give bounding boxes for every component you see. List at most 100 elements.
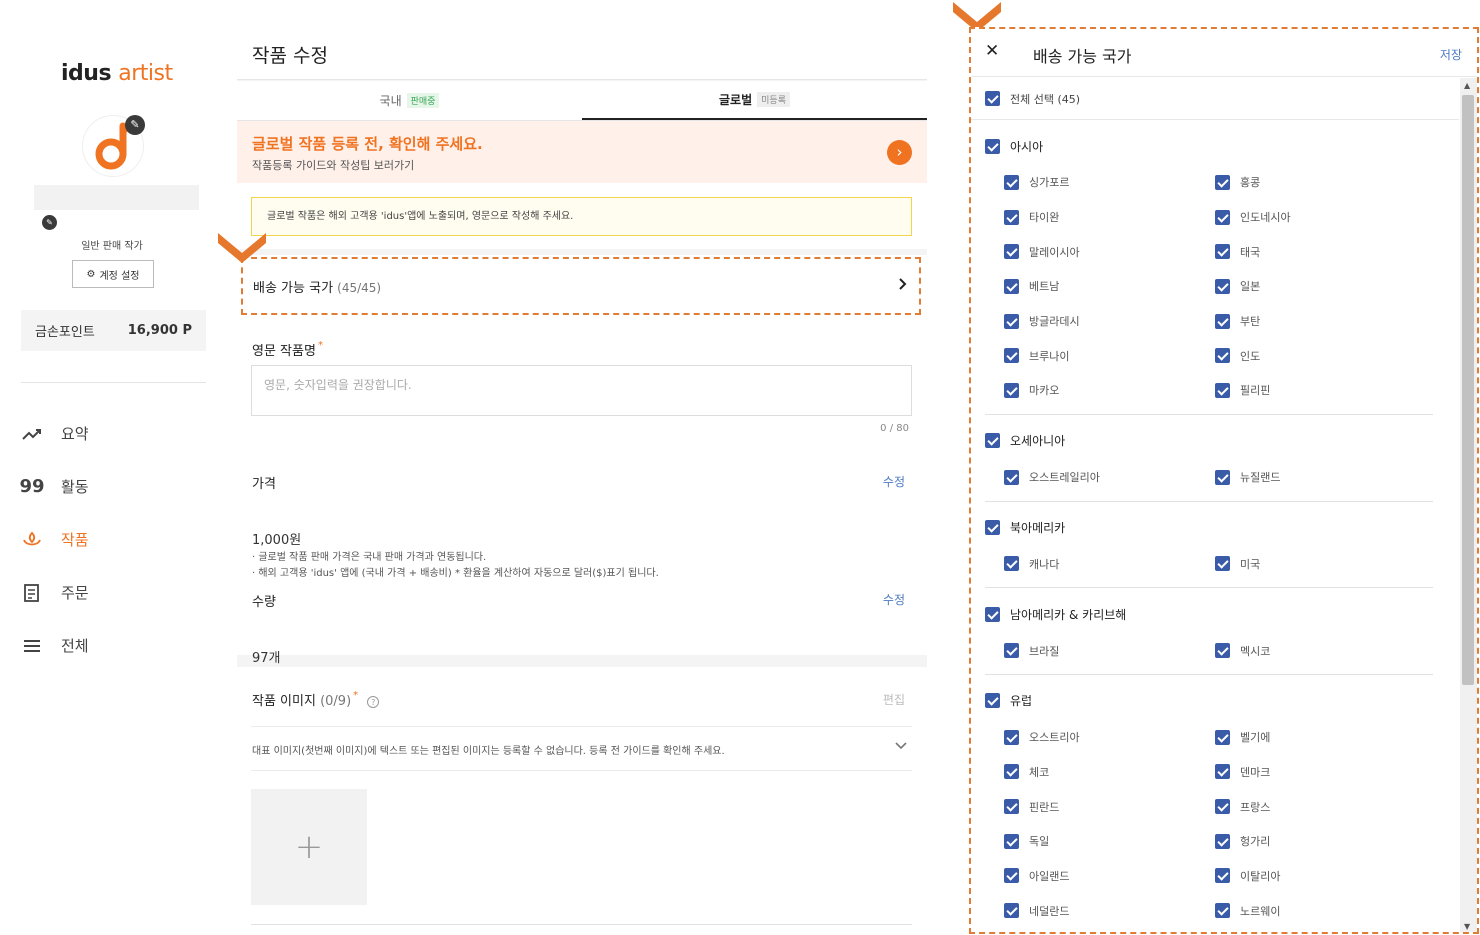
images-count: (0/9) (320, 694, 352, 709)
country-checkbox[interactable]: 방글라데시 (1004, 304, 1215, 339)
country-label: 오스트레일리아 (1029, 471, 1100, 485)
price-edit-link[interactable]: 수정 (883, 473, 905, 490)
save-button[interactable]: 저장 (1440, 46, 1462, 63)
scrollbar-thumb[interactable] (1462, 95, 1474, 685)
country-label: 덴마크 (1240, 765, 1271, 779)
country-checkbox[interactable]: 브루나이 (1004, 338, 1215, 373)
guide-banner[interactable]: 글로벌 작품 등록 전, 확인해 주세요. 작품등록 가이드와 작성팁 보러가기… (237, 121, 927, 183)
country-checkbox[interactable]: 폴란드 (1004, 928, 1215, 932)
country-checkbox[interactable]: 캐나다 (1004, 547, 1215, 582)
country-grid: 캐나다 미국 (985, 547, 1459, 582)
help-icon[interactable]: ? (367, 695, 380, 708)
country-checkbox[interactable]: 오스트레일리아 (1004, 460, 1215, 495)
scrollbar[interactable]: ▲ ▼ (1460, 78, 1477, 932)
sidebar-item-orders[interactable]: 주문 (21, 566, 211, 619)
country-checkbox[interactable]: 아일랜드 (1004, 859, 1215, 894)
english-name-label: 영문 작품명 * (252, 340, 323, 359)
images-edit-link[interactable]: 편집 (883, 691, 905, 708)
checkbox-checked-icon (1215, 868, 1230, 884)
sidebar-item-label: 전체 (61, 637, 89, 655)
country-checkbox[interactable]: 미국 (1215, 547, 1426, 582)
shipping-countries-row[interactable]: 배송 가능 국가 (45/45) (241, 257, 921, 315)
add-image-button[interactable]: + (251, 789, 367, 905)
checkbox-checked-icon (985, 520, 1000, 535)
region-list: 아시아 싱가포르 홍콩 타이완 인도네시아말레이시아 태국 베트남 일본 방글라데시 부탄 브루나이… (971, 120, 1459, 932)
logo[interactable]: idus artist (61, 61, 173, 86)
divider (251, 726, 912, 727)
country-checkbox[interactable]: 인도네시아 (1215, 200, 1426, 235)
close-icon[interactable]: ✕ (985, 41, 999, 61)
country-checkbox[interactable]: 핀란드 (1004, 789, 1215, 824)
region-group: 북아메리카 캐나다 미국 (971, 502, 1459, 589)
artist-name-box (34, 185, 199, 210)
country-checkbox[interactable]: 태국 (1215, 234, 1426, 269)
checkbox-checked-icon (1004, 729, 1019, 745)
tab-domestic[interactable]: 국내 판매중 (237, 81, 582, 120)
country-checkbox[interactable]: 부탄 (1215, 304, 1426, 339)
logo-artist: artist (118, 61, 173, 86)
country-checkbox[interactable]: 마카오 (1004, 373, 1215, 408)
country-checkbox[interactable]: 포르투갈 (1215, 928, 1426, 932)
checkbox-checked-icon (1004, 764, 1019, 780)
country-checkbox[interactable]: 이탈리아 (1215, 859, 1426, 894)
sidebar-item-activity[interactable]: 99 활동 (19, 460, 211, 513)
country-checkbox[interactable]: 덴마크 (1215, 755, 1426, 790)
country-checkbox[interactable]: 오스트리아 (1004, 720, 1215, 755)
country-checkbox[interactable]: 타이완 (1004, 200, 1215, 235)
country-checkbox[interactable]: 프랑스 (1215, 789, 1426, 824)
select-all-checkbox[interactable]: 전체 선택 (45) (971, 78, 1459, 120)
main-header: 작품 수정 (237, 27, 927, 80)
sidebar-item-all[interactable]: 전체 (21, 619, 211, 672)
avatar-edit-icon[interactable]: ✎ (125, 115, 145, 135)
checkbox-checked-icon (1215, 729, 1230, 745)
shipping-countries-panel: ✕ 배송 가능 국가 저장 전체 선택 (45) 아시아 싱가포르 홍콩 타이완 인도네… (969, 27, 1479, 934)
country-label: 노르웨이 (1240, 904, 1281, 918)
region-checkbox[interactable]: 유럽 (985, 675, 1459, 720)
checkbox-checked-icon (985, 91, 1000, 106)
sidebar-item-summary[interactable]: 요약 (21, 407, 211, 460)
scroll-down-icon[interactable]: ▼ (1464, 922, 1470, 931)
checkbox-checked-icon (985, 606, 1000, 622)
country-checkbox[interactable]: 필리핀 (1215, 373, 1426, 408)
account-settings-button[interactable]: ⚙ 계정 설정 (72, 260, 154, 288)
country-checkbox[interactable]: 노르웨이 (1215, 893, 1426, 928)
country-label: 체코 (1029, 765, 1050, 779)
tab-global[interactable]: 글로벌 미등록 (582, 81, 927, 120)
country-checkbox[interactable]: 베트남 (1004, 269, 1215, 304)
country-checkbox[interactable]: 독일 (1004, 824, 1215, 859)
region-checkbox[interactable]: 남아메리카 & 카리브해 (985, 588, 1459, 633)
english-name-input[interactable]: 영문, 숫자입력을 권장합니다. (251, 365, 912, 416)
region-checkbox[interactable]: 북아메리카 (985, 502, 1459, 547)
region-checkbox[interactable]: 오세아니아 (985, 415, 1459, 460)
country-checkbox[interactable]: 말레이시아 (1004, 234, 1215, 269)
country-checkbox[interactable]: 뉴질랜드 (1215, 460, 1426, 495)
country-checkbox[interactable]: 싱가포르 (1004, 165, 1215, 200)
sidebar-item-products[interactable]: 작품 (21, 513, 211, 566)
country-checkbox[interactable]: 홍콩 (1215, 165, 1426, 200)
country-checkbox[interactable]: 체코 (1004, 755, 1215, 790)
chevron-down-icon[interactable] (895, 739, 907, 753)
country-label: 인도 (1240, 349, 1261, 363)
country-label: 말레이시아 (1029, 245, 1080, 259)
notice-section: 글로벌 작품은 해외 고객용 'idus'앱에 노출되며, 영문으로 작성해 주… (237, 183, 927, 249)
price-note: · 글로벌 작품 판매 가격은 국내 판매 가격과 연동됩니다. (252, 552, 487, 563)
checkbox-checked-icon (1215, 382, 1230, 398)
scroll-up-icon[interactable]: ▲ (1464, 81, 1470, 90)
region-checkbox[interactable]: 아시아 (985, 120, 1459, 165)
name-edit-icon[interactable]: ✎ (42, 215, 57, 230)
country-checkbox[interactable]: 멕시코 (1215, 633, 1426, 668)
points-box[interactable]: 금손포인트 16,900 P (21, 310, 206, 351)
country-checkbox[interactable]: 브라질 (1004, 633, 1215, 668)
country-checkbox[interactable]: 일본 (1215, 269, 1426, 304)
select-all-label: 전체 선택 (45) (1010, 92, 1081, 106)
country-checkbox[interactable]: 인도 (1215, 338, 1426, 373)
country-checkbox[interactable]: 네덜란드 (1004, 893, 1215, 928)
quantity-edit-link[interactable]: 수정 (883, 591, 905, 608)
region-label: 유럽 (1010, 694, 1033, 709)
checkbox-checked-icon (985, 693, 1000, 709)
chevron-right-icon[interactable]: › (887, 140, 912, 165)
image-guide-text: 대표 이미지(첫번째 이미지)에 텍스트 또는 편집된 이미지는 등록할 수 없… (252, 746, 725, 757)
sidebar-item-label: 작품 (61, 531, 89, 549)
country-checkbox[interactable]: 헝가리 (1215, 824, 1426, 859)
country-checkbox[interactable]: 벨기에 (1215, 720, 1426, 755)
